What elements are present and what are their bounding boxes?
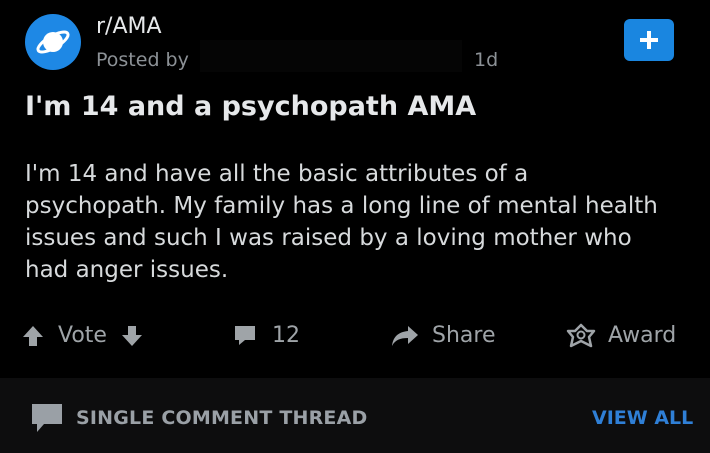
comment-bubble-icon — [235, 326, 255, 345]
post-age: 1d — [474, 49, 499, 71]
redacted-username — [200, 40, 462, 72]
award-button[interactable]: Award — [566, 314, 676, 358]
planet-icon — [36, 30, 70, 54]
share-button[interactable]: Share — [390, 314, 496, 358]
award-icon — [566, 323, 596, 348]
subreddit-name[interactable]: r/AMA — [96, 14, 162, 40]
arrow-down-icon[interactable] — [121, 324, 143, 348]
vote-label: Vote — [58, 323, 107, 348]
join-button[interactable] — [624, 19, 674, 61]
award-label: Award — [608, 323, 677, 348]
post-card: r/AMA Posted by 1d I'm 14 and a psychopa… — [0, 0, 710, 376]
share-label: Share — [432, 323, 496, 348]
comments-button[interactable]: 12 — [232, 314, 300, 358]
posted-by-label: Posted by — [96, 49, 189, 71]
post-title[interactable]: I'm 14 and a psychopath AMA — [25, 90, 685, 124]
single-comment-thread-label: SINGLE COMMENT THREAD — [76, 407, 368, 429]
subreddit-avatar[interactable] — [25, 14, 81, 70]
single-comment-thread-bar: SINGLE COMMENT THREAD VIEW ALL — [0, 378, 710, 453]
chat-bubble-icon — [32, 404, 62, 432]
plus-icon — [640, 31, 658, 49]
comments-count: 12 — [272, 323, 300, 348]
action-bar: Vote 12 Share Award — [0, 314, 710, 358]
vote-control: Vote — [22, 314, 143, 358]
arrow-up-icon[interactable] — [22, 324, 44, 348]
post-body: I'm 14 and have all the basic attributes… — [25, 161, 658, 283]
view-all-link[interactable]: VIEW ALL — [592, 406, 693, 430]
share-arrow-icon — [392, 326, 418, 346]
